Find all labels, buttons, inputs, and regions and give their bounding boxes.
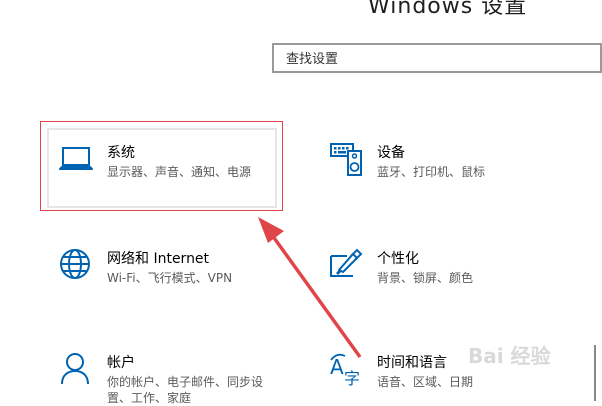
tile-accounts-title: 帐户 bbox=[107, 355, 135, 371]
tile-network-title: 网络和 Internet bbox=[107, 251, 210, 267]
highlight-box bbox=[40, 121, 283, 211]
search-box[interactable] bbox=[272, 43, 602, 73]
tile-accounts-desc: 你的帐户、电子邮件、同步设 bbox=[107, 375, 264, 389]
watermark: Bai 经验 bbox=[468, 344, 551, 368]
person-icon bbox=[59, 352, 95, 388]
globe-icon bbox=[59, 248, 95, 284]
tile-personalization-desc: 背景、锁屏、颜色 bbox=[377, 271, 474, 285]
tile-time-language-desc: 语音、区域、日期 bbox=[377, 375, 474, 389]
tile-network-desc: Wi-Fi、飞行模式、VPN bbox=[107, 271, 233, 285]
tile-accounts-desc-line2: 置、工作、家庭 bbox=[107, 391, 192, 405]
window-title: Windows 设置 bbox=[368, 0, 528, 19]
tile-personalization-title: 个性化 bbox=[377, 251, 419, 267]
annotation-arrow bbox=[258, 217, 362, 359]
svg-text:字: 字 bbox=[344, 369, 360, 388]
tile-time-language-title: 时间和语言 bbox=[377, 355, 447, 371]
search-input[interactable] bbox=[284, 48, 588, 70]
tile-devices-desc: 蓝牙、打印机、鼠标 bbox=[377, 165, 486, 179]
scrollbar-edge bbox=[594, 345, 602, 401]
tile-devices-title: 设备 bbox=[377, 145, 405, 161]
keyboard-speaker-icon bbox=[329, 142, 365, 178]
